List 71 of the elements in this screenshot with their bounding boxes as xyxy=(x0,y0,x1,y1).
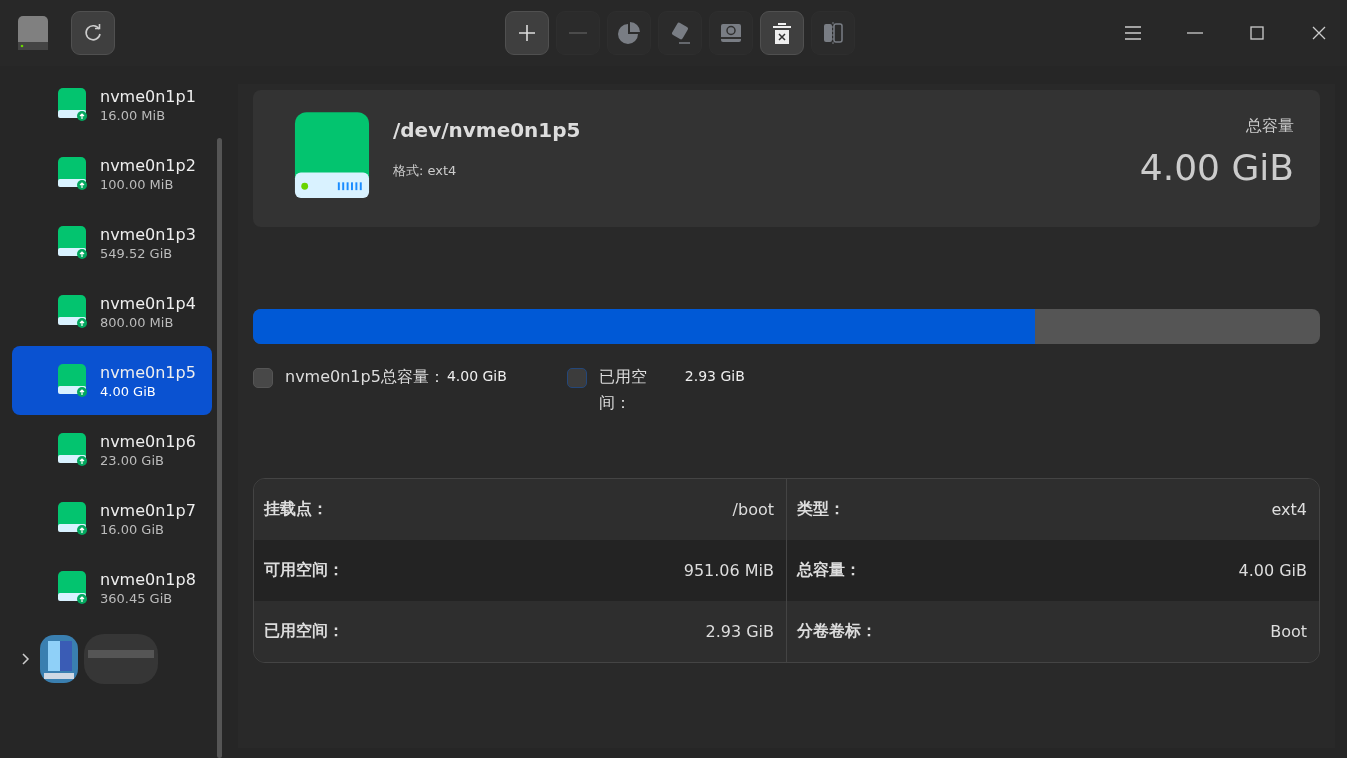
partition-name: nvme0n1p4 xyxy=(100,293,196,313)
minus-icon xyxy=(569,32,587,34)
eraser-icon xyxy=(669,22,691,44)
partition-disk-icon xyxy=(56,225,88,260)
detail-label: 类型： xyxy=(797,499,845,520)
partition-size: 16.00 MiB xyxy=(100,107,167,123)
detail-label: 已用空间： xyxy=(264,621,344,642)
detail-label: 可用空间： xyxy=(264,560,344,581)
capacity-label: 总容量 xyxy=(1246,116,1294,137)
disk-refresh-icon xyxy=(720,23,742,43)
detail-value: /boot xyxy=(732,500,774,519)
capacity-value: 4.00 GiB xyxy=(1139,147,1294,188)
refresh-icon xyxy=(83,23,103,43)
partition-size: 800.00 MiB xyxy=(100,314,175,330)
minimize-icon xyxy=(1187,32,1203,34)
partition-disk-icon xyxy=(56,570,88,605)
detail-value: 4.00 GiB xyxy=(1238,561,1307,580)
partition-size: 549.52 GiB xyxy=(100,245,174,261)
detail-label: 总容量： xyxy=(797,560,861,581)
detail-label: 挂载点： xyxy=(264,499,328,520)
scrollbar[interactable] xyxy=(217,138,222,758)
partition-item[interactable]: nvme0n1p1 16.00 MiB xyxy=(12,70,212,139)
partition-name: nvme0n1p1 xyxy=(100,86,196,106)
partition-item[interactable]: nvme0n1p7 16.00 GiB xyxy=(12,484,212,553)
partition-item[interactable]: nvme0n1p4 800.00 MiB xyxy=(12,277,212,346)
partition-item[interactable]: nvme0n1p6 23.00 GiB xyxy=(12,415,212,484)
trash-icon xyxy=(772,22,792,44)
detail-value: 951.06 MiB xyxy=(683,561,774,580)
split-icon xyxy=(822,22,844,44)
partition-name: nvme0n1p3 xyxy=(100,224,196,244)
blurred-label-icon xyxy=(84,634,158,684)
partition-disk-icon xyxy=(56,432,88,467)
detail-value: ext4 xyxy=(1271,500,1307,519)
delete-button[interactable] xyxy=(760,11,804,55)
partition-size: 360.45 GiB xyxy=(100,590,174,606)
partition-disk-icon xyxy=(56,156,88,191)
device-path: /dev/nvme0n1p5 xyxy=(393,118,582,142)
refresh-button[interactable] xyxy=(71,11,115,55)
partition-disk-icon xyxy=(56,363,88,398)
partition-name: nvme0n1p6 xyxy=(100,431,196,451)
partition-disk-icon xyxy=(56,501,88,536)
expand-chevron-icon[interactable] xyxy=(22,653,30,665)
detail-value: 2.93 GiB xyxy=(705,622,774,641)
partition-size: 23.00 GiB xyxy=(100,452,165,468)
partition-item[interactable]: nvme0n1p3 549.52 GiB xyxy=(12,208,212,277)
pie-chart-icon xyxy=(618,22,640,44)
legend-value: 2.93 GiB xyxy=(684,368,745,384)
detail-value: Boot xyxy=(1270,622,1307,641)
legend-label: nvme0n1p5总容量： xyxy=(285,366,445,388)
partition-disk-icon xyxy=(56,294,88,329)
detail-label: 分卷卷标： xyxy=(797,621,877,642)
partition-name: nvme0n1p2 xyxy=(100,155,196,175)
legend-value: 4.00 GiB xyxy=(446,368,507,384)
partition-size: 16.00 GiB xyxy=(100,521,165,537)
partition-name: nvme0n1p5 xyxy=(100,362,196,382)
drive-icon xyxy=(293,112,371,200)
menu-icon xyxy=(1125,26,1141,40)
partition-item[interactable]: nvme0n1p5 4.00 GiB xyxy=(12,346,212,415)
partition-item[interactable]: nvme0n1p2 100.00 MiB xyxy=(12,139,212,208)
partition-name: nvme0n1p8 xyxy=(100,569,196,589)
partition-size: 100.00 MiB xyxy=(100,176,175,192)
partition-name: nvme0n1p7 xyxy=(100,500,196,520)
maximize-icon xyxy=(1250,26,1264,40)
legend-label: 已用空间： xyxy=(598,366,648,414)
add-button[interactable] xyxy=(505,11,549,55)
format-label: 格式: ext4 xyxy=(393,162,458,180)
close-icon xyxy=(1312,26,1326,40)
partition-item[interactable]: nvme0n1p8 360.45 GiB xyxy=(12,553,212,622)
partition-disk-icon xyxy=(56,87,88,122)
partition-size: 4.00 GiB xyxy=(100,383,157,399)
plus-icon xyxy=(518,24,536,42)
